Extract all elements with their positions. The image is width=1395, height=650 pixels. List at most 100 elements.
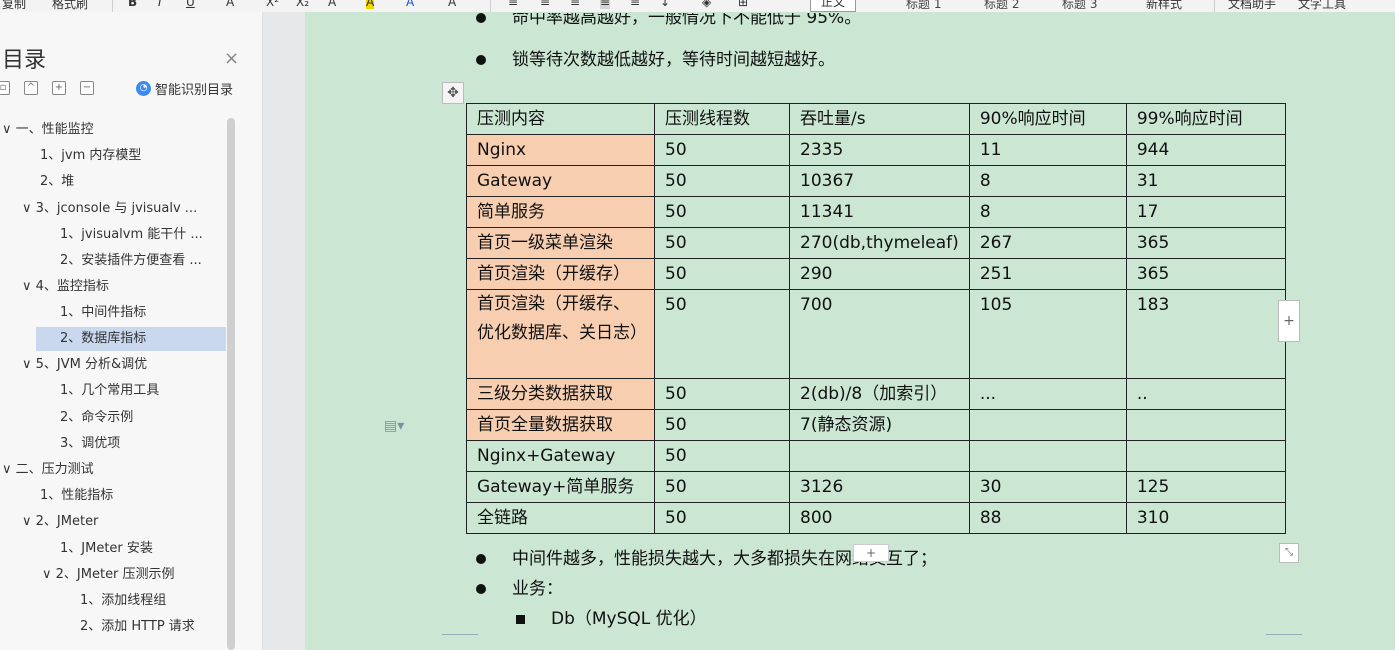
border-icon[interactable]: ⊞ xyxy=(738,0,748,9)
table-cell[interactable]: 3126 xyxy=(789,471,970,503)
line-spacing-icon[interactable]: ↕ xyxy=(660,0,670,9)
table-cell[interactable]: 三级分类数据获取 xyxy=(466,378,655,410)
toc-item[interactable]: 1、jvm 内存模型 xyxy=(40,144,228,168)
toc-scrollbar[interactable] xyxy=(227,118,235,650)
table-cell[interactable]: .. xyxy=(1125,378,1286,410)
table-cell[interactable]: 2(db)/8（加索引） xyxy=(789,378,970,410)
justify-icon[interactable]: ≡ xyxy=(600,0,611,9)
table-cell[interactable]: 50 xyxy=(654,196,790,228)
style-normal[interactable]: 正文 xyxy=(810,0,857,12)
table-cell[interactable]: 50 xyxy=(654,440,790,472)
toc-item[interactable]: ∨ 2、JMeter xyxy=(22,510,228,534)
table-resize-icon[interactable]: ⤡ xyxy=(1279,543,1299,563)
paragraph-layout-icon[interactable]: ▤▾ xyxy=(384,418,404,434)
align-center-icon[interactable]: ≡ xyxy=(540,0,550,9)
table-cell[interactable]: 30 xyxy=(968,471,1127,503)
collapse-icon[interactable]: − xyxy=(80,81,94,95)
expand-icon[interactable]: + xyxy=(52,81,66,95)
text-tools-button[interactable]: 文字工具 xyxy=(1298,0,1346,12)
toc-item[interactable]: 3、调优项 xyxy=(60,432,228,456)
copy-button[interactable]: 复制 xyxy=(2,0,26,12)
table-cell[interactable]: 7(静态资源) xyxy=(789,409,970,441)
table-header-cell[interactable]: 压测线程数 xyxy=(654,103,790,135)
table-cell[interactable] xyxy=(968,440,1127,472)
table-cell[interactable]: 全链路 xyxy=(466,502,655,534)
table-cell[interactable]: 简单服务 xyxy=(466,196,655,228)
table-move-handle-icon[interactable]: ✥ xyxy=(442,82,464,104)
char-border-icon[interactable]: A xyxy=(448,0,456,9)
toc-item[interactable]: ∨ 4、监控指标 xyxy=(22,275,228,299)
format-painter-button[interactable]: 格式刷 xyxy=(52,0,88,12)
table-cell[interactable]: 270(db,thymeleaf) xyxy=(789,227,970,259)
table-cell[interactable]: 8 xyxy=(968,196,1127,228)
align-right-icon[interactable]: ≡ xyxy=(570,0,580,9)
table-cell[interactable] xyxy=(968,409,1127,441)
table-cell[interactable]: 8 xyxy=(968,165,1127,197)
align-left-icon[interactable]: ≡ xyxy=(508,0,518,9)
close-icon[interactable]: × xyxy=(224,48,239,69)
table-cell[interactable]: 首页渲染（开缓存） xyxy=(466,258,655,290)
toc-item-active[interactable]: 2、数据库指标 xyxy=(36,327,226,351)
table-cell[interactable]: 251 xyxy=(968,258,1127,290)
add-row-button[interactable]: + xyxy=(853,544,889,562)
table-header-cell[interactable]: 90%响应时间 xyxy=(968,103,1127,135)
table-cell[interactable]: 800 xyxy=(789,502,970,534)
shading-icon[interactable]: ◈ xyxy=(702,0,711,9)
table-cell[interactable]: 183 xyxy=(1125,289,1286,379)
table-cell[interactable]: 50 xyxy=(654,502,790,534)
table-cell[interactable]: 10367 xyxy=(789,165,970,197)
toc-item[interactable]: 2、添加 HTTP 请求 xyxy=(80,615,228,639)
table-cell[interactable]: Gateway+简单服务 xyxy=(466,471,655,503)
table-cell[interactable]: 11341 xyxy=(789,196,970,228)
table-cell[interactable]: 365 xyxy=(1125,227,1286,259)
add-column-button[interactable]: + xyxy=(1278,300,1300,342)
table-cell[interactable]: 首页渲染（开缓存、优化数据库、关日志） xyxy=(466,289,655,379)
toc-item[interactable]: 1、jvisualvm 能干什 ... xyxy=(60,223,228,247)
toc-item-section-1[interactable]: ∨ 一、性能监控 xyxy=(2,118,228,142)
table-cell[interactable]: 50 xyxy=(654,258,790,290)
italic-icon[interactable]: I xyxy=(158,0,162,9)
table-cell[interactable]: 50 xyxy=(654,409,790,441)
toc-item[interactable]: 2、安装插件方便查看 ... xyxy=(60,249,228,273)
table-cell[interactable]: 125 xyxy=(1125,471,1286,503)
toc-item[interactable]: 1、JMeter 安装 xyxy=(60,537,228,561)
toc-item[interactable]: 2、命令示例 xyxy=(60,406,228,430)
table-cell[interactable]: 50 xyxy=(654,134,790,166)
table-cell[interactable]: 50 xyxy=(654,378,790,410)
clear-format-icon[interactable]: A xyxy=(328,0,336,9)
table-header-cell[interactable]: 压测内容 xyxy=(466,103,655,135)
table-cell[interactable]: 首页一级菜单渲染 xyxy=(466,227,655,259)
table-cell[interactable]: 50 xyxy=(654,471,790,503)
table-cell[interactable]: 105 xyxy=(968,289,1127,379)
bold-icon[interactable]: B xyxy=(128,0,137,9)
level-up-icon[interactable]: ^ xyxy=(24,81,38,95)
table-cell[interactable] xyxy=(1125,440,1286,472)
distribute-icon[interactable]: ≡ xyxy=(630,0,640,9)
table-cell[interactable]: 50 xyxy=(654,289,790,379)
toc-item[interactable]: 1、中间件指标 xyxy=(60,301,228,325)
smart-toc-button[interactable]: ◔ 智能识别目录 xyxy=(136,79,233,98)
table-cell[interactable]: 944 xyxy=(1125,134,1286,166)
toc-item-section-2[interactable]: ∨ 二、压力测试 xyxy=(2,458,228,482)
table-cell[interactable]: 50 xyxy=(654,227,790,259)
table-cell[interactable]: 310 xyxy=(1125,502,1286,534)
table-cell[interactable]: Nginx+Gateway xyxy=(466,440,655,472)
table-cell[interactable]: 88 xyxy=(968,502,1127,534)
toc-item[interactable]: ∨ 2、JMeter 压测示例 xyxy=(42,563,228,587)
table-header-cell[interactable]: 99%响应时间 xyxy=(1125,103,1286,135)
subscript-icon[interactable]: X₂ xyxy=(296,0,309,9)
toc-item[interactable]: 1、几个常用工具 xyxy=(60,379,228,403)
toc-item[interactable]: 1、添加线程组 xyxy=(80,589,228,613)
table-cell[interactable]: 700 xyxy=(789,289,970,379)
toc-item[interactable]: 1、性能指标 xyxy=(40,484,228,508)
table-cell[interactable]: 50 xyxy=(654,165,790,197)
table-cell[interactable]: ... xyxy=(968,378,1127,410)
table-cell[interactable]: 11 xyxy=(968,134,1127,166)
style-heading-3[interactable]: 标题 3 xyxy=(1062,0,1097,12)
strikethrough-icon[interactable]: A xyxy=(226,0,234,9)
style-heading-1[interactable]: 标题 1 xyxy=(906,0,941,12)
toc-item[interactable]: 2、堆 xyxy=(40,170,228,194)
superscript-icon[interactable]: X² xyxy=(266,0,279,9)
table-cell[interactable]: Nginx xyxy=(466,134,655,166)
table-cell[interactable]: 31 xyxy=(1125,165,1286,197)
